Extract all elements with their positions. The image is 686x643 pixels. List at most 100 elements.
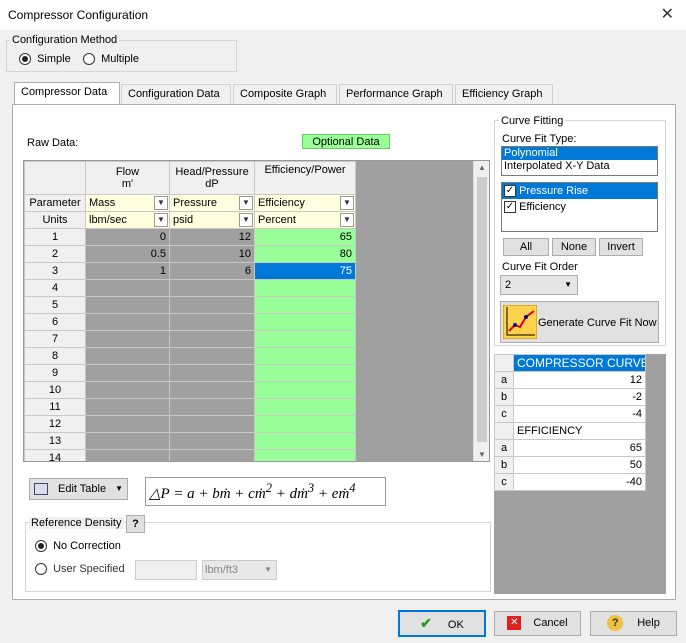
multiple-radio-label: Multiple	[101, 53, 139, 65]
flow-cell[interactable]	[85, 330, 170, 348]
row-number: 7	[24, 330, 86, 348]
efficiency-cell[interactable]	[254, 296, 356, 314]
pressure-cell[interactable]	[169, 279, 255, 297]
chevron-down-icon[interactable]: ▼	[154, 213, 168, 227]
simple-radio[interactable]: Simple	[19, 53, 71, 66]
select-all-button[interactable]: All	[503, 238, 549, 256]
chevron-down-icon: ▼	[564, 280, 572, 289]
flow-cell[interactable]	[85, 313, 170, 331]
row-number: 4	[24, 279, 86, 297]
pressure-cell[interactable]	[169, 449, 255, 461]
chevron-down-icon[interactable]: ▼	[340, 213, 354, 227]
pressure-cell[interactable]: 6	[169, 262, 255, 280]
pressure-cell[interactable]	[169, 347, 255, 365]
flow-units-select[interactable]: lbm/sec ▼	[85, 211, 170, 229]
flow-cell[interactable]: 0	[85, 228, 170, 246]
pressure-cell[interactable]	[169, 415, 255, 433]
result-row: b 50	[494, 456, 646, 474]
curve-items-list: ✓ Pressure Rise ✓ Efficiency	[501, 182, 658, 232]
scroll-up-icon[interactable]: ▲	[478, 163, 486, 172]
efficiency-cell[interactable]	[254, 415, 356, 433]
flow-cell[interactable]	[85, 398, 170, 416]
efficiency-cell[interactable]	[254, 432, 356, 450]
radio-unselected-icon	[83, 53, 95, 66]
chevron-down-icon[interactable]: ▼	[239, 196, 253, 210]
edit-table-button[interactable]: Edit Table ▼	[29, 478, 128, 500]
flow-cell[interactable]	[85, 432, 170, 450]
multiple-radio[interactable]: Multiple	[83, 53, 139, 66]
results-table: COMPRESSOR CURVE a 12 b -2 c -4 EFFICIENCY a6…	[494, 354, 646, 491]
col-header-subtext: dP	[205, 178, 219, 190]
invert-selection-button[interactable]: Invert	[599, 238, 643, 256]
tab-compressor-data[interactable]: Compressor Data	[14, 82, 120, 105]
pressure-units-select[interactable]: psid ▼	[169, 211, 255, 229]
flow-cell[interactable]	[85, 415, 170, 433]
pressure-cell[interactable]: 10	[169, 245, 255, 263]
flow-cell[interactable]	[85, 347, 170, 365]
tab-configuration-data[interactable]: Configuration Data	[121, 84, 231, 104]
ok-button[interactable]: ✔ OK	[398, 610, 486, 637]
scroll-thumb[interactable]	[477, 177, 487, 442]
checkbox-checked-icon[interactable]: ✓	[504, 185, 516, 198]
density-unit-select[interactable]: lbm/ft3 ▼	[202, 560, 277, 580]
pressure-cell[interactable]	[169, 381, 255, 399]
generate-curve-fit-button[interactable]: Generate Curve Fit Now	[500, 301, 659, 343]
flow-cell[interactable]	[85, 279, 170, 297]
select-none-button[interactable]: None	[552, 238, 596, 256]
efficiency-cell[interactable]	[254, 381, 356, 399]
efficiency-cell[interactable]: 75	[254, 262, 356, 280]
flow-cell[interactable]	[85, 381, 170, 399]
pressure-cell[interactable]: 12	[169, 228, 255, 246]
grid-scrollbar[interactable]: ▲ ▼	[473, 161, 489, 461]
efficiency-parameter-select[interactable]: Efficiency ▼	[254, 194, 356, 212]
curve-fitting-label: Curve Fitting	[499, 115, 566, 127]
checkbox-checked-icon[interactable]: ✓	[504, 201, 516, 214]
curve-item-efficiency[interactable]: ✓ Efficiency	[502, 199, 657, 215]
curve-item-pressure-rise[interactable]: ✓ Pressure Rise	[502, 183, 657, 199]
col-header-pressure: Head/Pressure dP	[169, 161, 255, 195]
efficiency-cell[interactable]	[254, 347, 356, 365]
tab-composite-graph[interactable]: Composite Graph	[233, 84, 337, 104]
efficiency-cell[interactable]	[254, 364, 356, 382]
no-correction-radio[interactable]: No Correction	[35, 540, 121, 553]
pressure-cell[interactable]	[169, 364, 255, 382]
efficiency-cell[interactable]	[254, 398, 356, 416]
pressure-parameter-select[interactable]: Pressure ▼	[169, 194, 255, 212]
pressure-cell[interactable]	[169, 330, 255, 348]
flow-cell[interactable]: 1	[85, 262, 170, 280]
efficiency-units-select[interactable]: Percent ▼	[254, 211, 356, 229]
curve-fit-type-list[interactable]: Polynomial Interpolated X-Y Data	[501, 146, 658, 176]
help-question-button[interactable]: ?	[126, 515, 145, 533]
pressure-cell[interactable]	[169, 432, 255, 450]
chevron-down-icon[interactable]: ▼	[154, 196, 168, 210]
flow-parameter-select[interactable]: Mass ▼	[85, 194, 170, 212]
flow-cell[interactable]	[85, 364, 170, 382]
flow-cell[interactable]: 0.5	[85, 245, 170, 263]
cancel-button[interactable]: ✕ Cancel	[494, 611, 581, 636]
scroll-down-icon[interactable]: ▼	[478, 450, 486, 459]
flow-cell[interactable]	[85, 296, 170, 314]
efficiency-cell[interactable]: 80	[254, 245, 356, 263]
tab-performance-graph[interactable]: Performance Graph	[339, 84, 453, 104]
results-corner	[494, 422, 514, 440]
curve-fit-order-select[interactable]: 2 ▼	[500, 275, 578, 295]
tab-efficiency-graph[interactable]: Efficiency Graph	[455, 84, 553, 104]
efficiency-cell[interactable]	[254, 313, 356, 331]
user-specified-radio[interactable]: User Specified	[35, 563, 125, 576]
pressure-cell[interactable]	[169, 398, 255, 416]
close-icon[interactable]: ✕	[661, 4, 674, 24]
chevron-down-icon[interactable]: ▼	[340, 196, 354, 210]
efficiency-cell[interactable]	[254, 279, 356, 297]
help-button[interactable]: ? Help	[590, 611, 677, 636]
chevron-down-icon[interactable]: ▼	[239, 213, 253, 227]
curve-item-label: Pressure Rise	[519, 185, 589, 197]
efficiency-cell[interactable]: 65	[254, 228, 356, 246]
efficiency-cell[interactable]	[254, 449, 356, 461]
density-input[interactable]	[135, 560, 197, 580]
curve-type-polynomial[interactable]: Polynomial	[502, 147, 657, 160]
pressure-cell[interactable]	[169, 313, 255, 331]
curve-type-interpolated[interactable]: Interpolated X-Y Data	[502, 160, 657, 173]
efficiency-cell[interactable]	[254, 330, 356, 348]
flow-cell[interactable]	[85, 449, 170, 461]
pressure-cell[interactable]	[169, 296, 255, 314]
